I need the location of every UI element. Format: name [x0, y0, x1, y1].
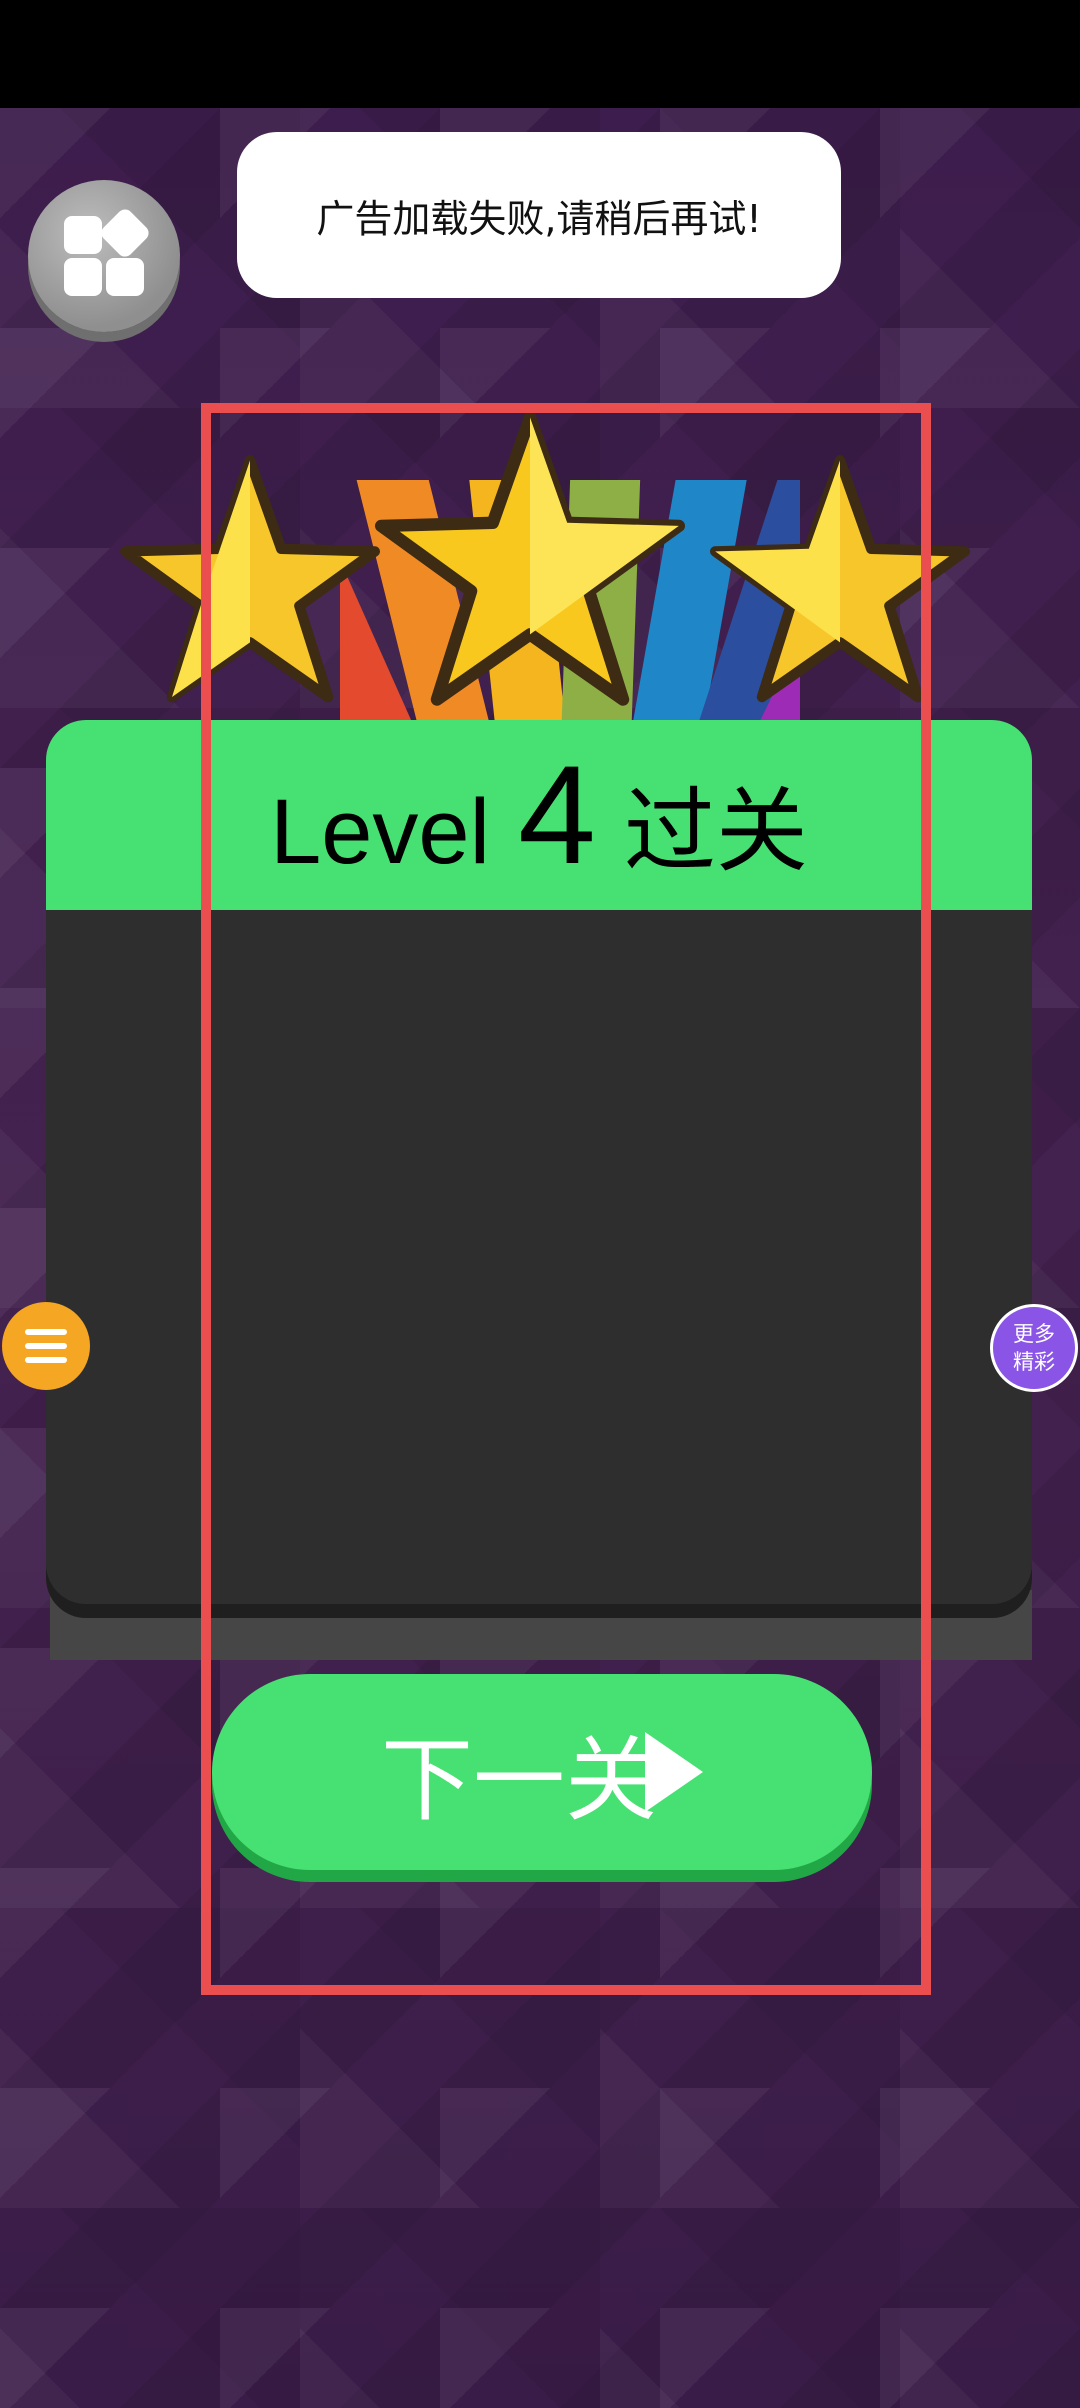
star-icon-right — [710, 455, 970, 703]
status-bar — [0, 0, 1080, 108]
next-level-button[interactable]: 下一关 — [212, 1674, 872, 1870]
play-arrow-icon — [645, 1732, 703, 1812]
star-icon-center — [375, 411, 685, 706]
toast-text: 广告加载失败,请稍后再试! — [316, 196, 762, 241]
toast-message: 广告加载失败,请稍后再试! — [237, 132, 841, 298]
list-icon — [25, 1329, 67, 1335]
grid-menu-icon-sq4 — [106, 258, 144, 296]
grid-menu-icon — [64, 216, 102, 254]
level-title: Level 4 过关 — [270, 734, 808, 896]
level-complete-panel: Level 4 过关 — [46, 720, 1032, 1604]
star-icon-left — [120, 455, 380, 703]
grid-menu-button[interactable] — [28, 180, 180, 332]
level-word: Level — [270, 781, 491, 883]
list-icon-line3 — [25, 1357, 67, 1363]
level-status: 过关 — [623, 781, 808, 883]
next-level-label: 下一关 — [380, 1726, 657, 1834]
side-menu-button[interactable] — [2, 1302, 90, 1390]
level-number: 4 — [518, 736, 596, 893]
more-games-line1: 更多 — [1013, 1322, 1055, 1346]
level-header: Level 4 过关 — [46, 720, 1032, 910]
grid-menu-icon-diamond — [98, 206, 152, 260]
more-games-button[interactable]: 更多 精彩 — [990, 1304, 1078, 1392]
more-games-line2: 精彩 — [1013, 1350, 1055, 1374]
list-icon-line2 — [25, 1343, 67, 1349]
stars-rating — [120, 400, 970, 730]
grid-menu-icon-sq3 — [64, 258, 102, 296]
